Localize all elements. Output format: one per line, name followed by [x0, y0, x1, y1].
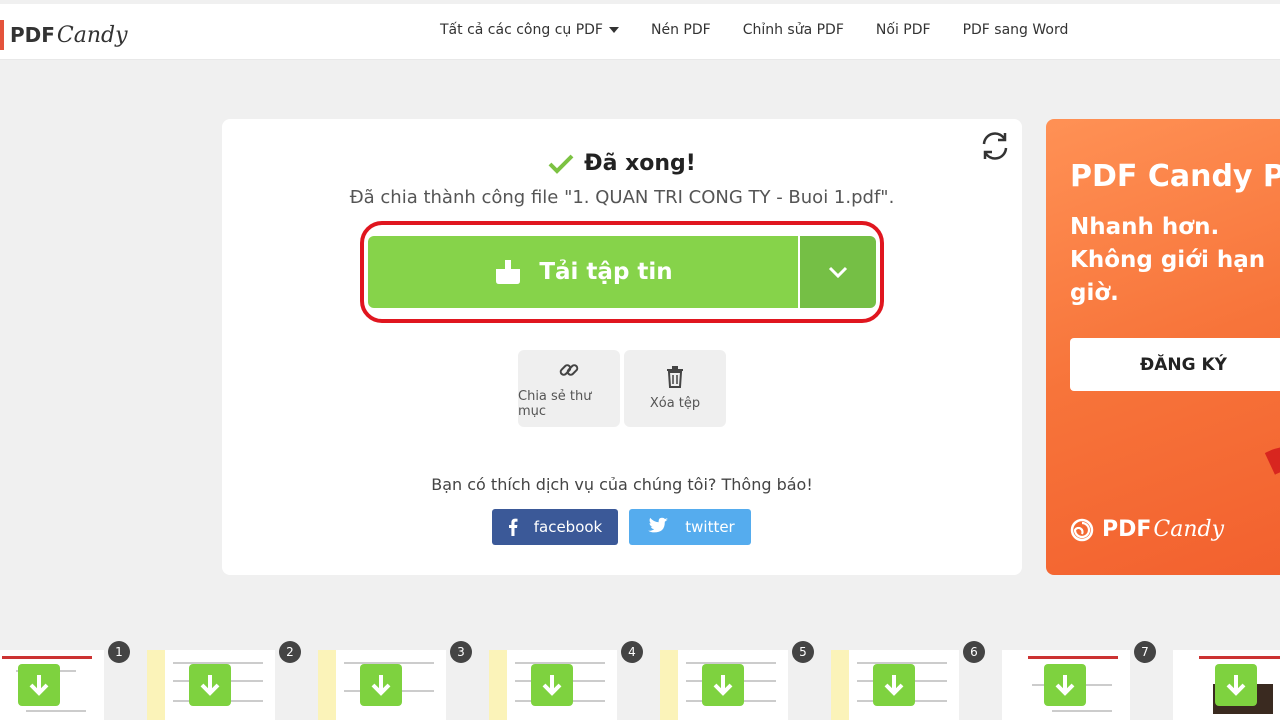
arrow-down-icon [1226, 675, 1246, 696]
download-page-button[interactable] [702, 664, 744, 706]
pro-promo-panel: PDF Candy PRO Nhanh hơn. Không giới hạn … [1046, 119, 1280, 575]
delete-file-button[interactable]: Xóa tệp [624, 350, 726, 427]
download-page-button[interactable] [873, 664, 915, 706]
share-folder-button[interactable]: Chia sẻ thư mục [518, 350, 620, 427]
arrow-down-icon [713, 675, 733, 696]
nav-edit-pdf-label: Chỉnh sửa PDF [742, 22, 844, 38]
page-thumbnail[interactable] [0, 650, 104, 720]
nav-all-tools[interactable]: Tất cả các công cụ PDF [440, 22, 619, 38]
page-number-badge: 1 [108, 641, 130, 663]
promo-logo-pdf: PDF [1102, 517, 1152, 542]
trash-icon [667, 366, 683, 388]
nav-pdf-to-word-label: PDF sang Word [962, 22, 1069, 38]
promo-logo: PDF Candy [1070, 517, 1224, 542]
nav-pdf-to-word[interactable]: PDF sang Word [963, 22, 1069, 38]
download-page-button[interactable] [531, 664, 573, 706]
page-header-line [1199, 656, 1280, 659]
facebook-label: facebook [533, 518, 603, 536]
chevron-down-icon [828, 266, 848, 278]
arrow-down-icon [200, 675, 220, 696]
promo-subtitle: Nhanh hơn. Không giới hạn giờ. [1070, 214, 1266, 306]
nav-compress-pdf[interactable]: Nén PDF [651, 22, 711, 38]
page-thumbnail[interactable] [1002, 650, 1130, 720]
page-number-badge: 6 [963, 641, 985, 663]
page-number-badge: 7 [1134, 641, 1156, 663]
done-title-text: Đã xong! [584, 151, 696, 176]
arrow-down-icon [542, 675, 562, 696]
link-icon [559, 363, 579, 376]
nav-compress-pdf-label: Nén PDF [651, 22, 711, 38]
arrow-down-icon [371, 675, 391, 696]
download-page-button[interactable] [18, 664, 60, 706]
promo-decoration [1205, 428, 1280, 575]
candy-swirl-icon [1070, 518, 1094, 541]
signup-label: ĐĂNG KÝ [1140, 354, 1227, 375]
result-card: Đã xong! Đã chia thành công file "1. QUA… [222, 119, 1022, 575]
download-label: Tải tập tin [539, 259, 673, 285]
page-thumbnails: 1 2 3 4 5 6 7 [0, 640, 1280, 720]
done-title: Đã xong! [222, 151, 1022, 176]
share-folder-label: Chia sẻ thư mục [518, 388, 592, 419]
done-message: Đã chia thành công file "1. QUAN TRI CON… [349, 187, 895, 208]
page-margin [489, 650, 507, 720]
logo-mark [0, 20, 4, 50]
arrow-down-icon [29, 675, 49, 696]
page-number-badge: 5 [792, 641, 814, 663]
nav-merge-pdf[interactable]: Nối PDF [876, 22, 931, 38]
arrow-down-icon [884, 675, 904, 696]
twitter-icon [648, 517, 669, 533]
page-thumbnail[interactable] [1173, 650, 1280, 720]
main-nav: Tất cả các công cụ PDF Nén PDF Chỉnh sửa… [440, 22, 1100, 38]
download-button[interactable]: Tải tập tin [368, 236, 798, 308]
nav-merge-pdf-label: Nối PDF [875, 22, 931, 38]
page-thumbnail[interactable] [831, 650, 959, 720]
download-page-button[interactable] [1044, 664, 1086, 706]
facebook-icon [508, 518, 518, 536]
caret-down-icon [609, 27, 619, 33]
download-icon [496, 260, 521, 284]
delete-file-label: Xóa tệp [649, 396, 701, 411]
twitter-button[interactable]: twitter [629, 509, 751, 545]
feedback-question: Bạn có thích dịch vụ của chúng tôi? Thôn… [431, 475, 813, 494]
signup-button[interactable]: ĐĂNG KÝ [1070, 338, 1280, 391]
page-thumbnail[interactable] [660, 650, 788, 720]
page-text-line [26, 710, 86, 712]
page-thumbnail[interactable] [147, 650, 275, 720]
top-header: PDF Candy Tất cả các công cụ PDF Nén PDF… [0, 0, 1280, 60]
page-margin [318, 650, 336, 720]
download-options-button[interactable] [800, 236, 876, 308]
page-margin [147, 650, 165, 720]
nav-edit-pdf[interactable]: Chỉnh sửa PDF [743, 22, 844, 38]
page-thumbnail[interactable] [318, 650, 446, 720]
download-page-button[interactable] [1215, 664, 1257, 706]
page-thumbnail[interactable] [489, 650, 617, 720]
pdfcandy-logo[interactable]: PDF Candy [0, 18, 128, 52]
twitter-label: twitter [685, 518, 735, 536]
logo-text-pdf: PDF [10, 23, 55, 47]
page-margin [831, 650, 849, 720]
page-margin [660, 650, 678, 720]
promo-title: PDF Candy PRO [1070, 159, 1280, 194]
download-page-button[interactable] [360, 664, 402, 706]
page-header-line [1028, 656, 1118, 659]
nav-all-tools-label: Tất cả các công cụ PDF [440, 22, 603, 38]
page-header-line [2, 656, 92, 659]
logo-text-candy: Candy [56, 22, 128, 48]
check-icon [548, 154, 574, 174]
page-number-badge: 4 [621, 641, 643, 663]
download-page-button[interactable] [189, 664, 231, 706]
page-number-badge: 2 [279, 641, 301, 663]
facebook-button[interactable]: facebook [492, 509, 618, 545]
page-text-line [1052, 710, 1112, 712]
promo-logo-candy: Candy [1153, 517, 1225, 542]
arrow-down-icon [1055, 675, 1075, 696]
page-number-badge: 3 [450, 641, 472, 663]
